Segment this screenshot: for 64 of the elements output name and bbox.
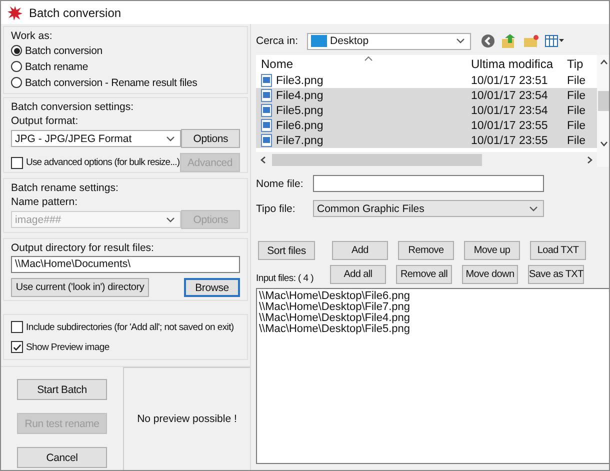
checkbox-label[interactable]: Show Preview image — [26, 342, 110, 352]
file-type: File — [567, 120, 587, 132]
input-file-path[interactable]: \\Mac\Home\Desktop\File4.png — [259, 313, 607, 324]
file-row[interactable]: File5.png 10/01/17 23:54 File — [256, 103, 597, 118]
file-date: 10/01/17 23:55 — [471, 134, 549, 146]
window-title: Batch conversion — [29, 6, 122, 20]
action-button[interactable]: Cancel — [17, 447, 107, 468]
group-label: Work as: — [11, 30, 54, 42]
group-label: Output directory for result files: — [11, 242, 155, 254]
file-list-button[interactable]: Remove — [398, 241, 454, 260]
file-row[interactable]: File7.png 10/01/17 23:55 File — [256, 133, 597, 148]
file-name: File3.png — [276, 74, 324, 86]
file-name: File4.png — [276, 90, 324, 102]
field-label: Nome file: — [256, 178, 304, 190]
file-list-button[interactable]: Move down — [462, 265, 518, 284]
file-date: 10/01/17 23:54 — [471, 90, 549, 102]
input-file-path[interactable]: \\Mac\Home\Desktop\File6.png — [259, 291, 607, 302]
group-label: Batch rename settings: — [11, 182, 120, 194]
input-file-path[interactable]: \\Mac\Home\Desktop\File7.png — [259, 302, 607, 313]
group-label: Batch conversion settings: — [11, 101, 135, 113]
radio-label[interactable]: Batch conversion - Rename result files — [25, 76, 198, 88]
file-type: File — [567, 104, 587, 116]
output-format-dropdown[interactable]: JPG - JPG/JPEG Format — [11, 130, 182, 147]
radio-label[interactable]: Batch rename — [25, 60, 88, 72]
checkbox-label[interactable]: Use advanced options (for bulk resize...) — [26, 157, 180, 168]
field-label: Output format: — [11, 115, 80, 127]
checkbox-label[interactable]: Include subdirectories (for 'Add all'; not saved on exit) — [26, 322, 234, 332]
file-list-button[interactable]: Add all — [330, 265, 386, 284]
field-label: Name pattern: — [11, 196, 79, 208]
file-list-button[interactable]: Remove all — [396, 265, 452, 284]
action-button[interactable]: Start Batch — [17, 379, 107, 400]
file-name: File5.png — [276, 104, 324, 116]
field-label: Cerca in: — [256, 35, 298, 47]
file-row[interactable]: File6.png 10/01/17 23:55 File — [256, 118, 597, 133]
file-row[interactable]: File4.png 10/01/17 23:54 File — [256, 88, 597, 103]
input-files-label: Input files: ( 4 ) — [256, 273, 314, 284]
column-header[interactable]: Nome — [256, 57, 471, 71]
output-directory-field[interactable]: \\Mac\Home\Documents\ — [11, 256, 240, 273]
file-type: File — [567, 134, 587, 146]
field-label: Tipo file: — [256, 202, 296, 214]
file-name: File6.png — [276, 120, 324, 132]
look-in-dropdown[interactable]: Desktop — [307, 32, 472, 50]
radio-label[interactable]: Batch conversion — [25, 44, 102, 56]
column-header[interactable]: Tip — [567, 57, 597, 71]
file-row[interactable]: File3.png 10/01/17 23:51 File — [256, 73, 597, 88]
browse-button[interactable]: Browse — [184, 278, 240, 297]
file-date: 10/01/17 23:51 — [471, 74, 549, 86]
column-header[interactable]: Ultima modifica — [471, 57, 567, 71]
file-list-button[interactable]: Save as TXT — [528, 265, 584, 284]
options-button[interactable]: Options — [181, 129, 240, 148]
preview-message: No preview possible ! — [137, 413, 237, 425]
file-list-button[interactable]: Load TXT — [530, 241, 586, 260]
input-file-path[interactable]: \\Mac\Home\Desktop\File5.png — [259, 324, 607, 335]
file-date: 10/01/17 23:55 — [471, 120, 549, 132]
file-type: File — [567, 74, 587, 86]
file-list-button[interactable]: Add — [332, 241, 388, 260]
use-current-directory-button[interactable]: Use current ('look in') directory — [11, 278, 149, 297]
file-name: File7.png — [276, 134, 324, 146]
input-files-list[interactable]: \\Mac\Home\Desktop\File6.png \\Mac\Home\Desktop\File7.png \\Mac\Home\Desktop\File4.png \\Mac\Home\Desktop\File5.png — [256, 288, 609, 464]
file-date: 10/01/17 23:54 — [471, 104, 549, 116]
file-type-dropdown[interactable]: Common Graphic Files — [313, 200, 544, 217]
file-type: File — [567, 90, 587, 102]
file-list-button[interactable]: Sort files — [258, 241, 315, 260]
file-list-button[interactable]: Move up — [464, 241, 520, 260]
